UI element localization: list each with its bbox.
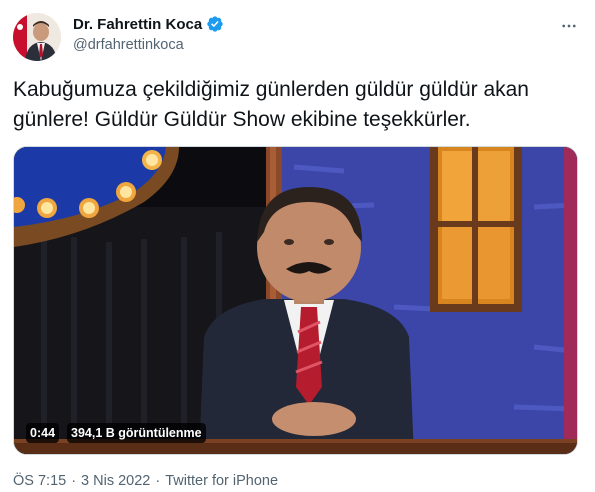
video-elapsed-time: 0:44	[26, 423, 60, 443]
video-player[interactable]: 0:44 394,1 B görüntülenme	[13, 146, 578, 455]
tweet-time[interactable]: ÖS 7:15	[13, 473, 66, 489]
tweet-meta: ÖS 7:15 · 3 Nis 2022 · Twitter for iPhon…	[13, 473, 278, 489]
author-name-row: Dr. Fahrettin Koca	[73, 14, 224, 34]
tweet-card: Dr. Fahrettin Koca @drfahrettinkoca Kabu…	[0, 0, 595, 492]
meta-separator: ·	[155, 473, 161, 489]
verified-badge-icon	[206, 15, 224, 33]
meta-separator: ·	[71, 473, 77, 489]
tweet-date[interactable]: 3 Nis 2022	[81, 473, 150, 489]
author-display-name[interactable]: Dr. Fahrettin Koca	[73, 16, 202, 33]
more-options-icon[interactable]	[557, 14, 581, 38]
author-avatar[interactable]	[13, 13, 61, 61]
video-frame	[14, 147, 577, 454]
video-view-count: 394,1 B görüntülenme	[67, 423, 206, 443]
tweet-text: Kabuğumuza çekildiğimiz günlerden güldür…	[13, 78, 529, 131]
author-handle[interactable]: @drfahrettinkoca	[73, 37, 184, 53]
tweet-source[interactable]: Twitter for iPhone	[165, 473, 278, 489]
